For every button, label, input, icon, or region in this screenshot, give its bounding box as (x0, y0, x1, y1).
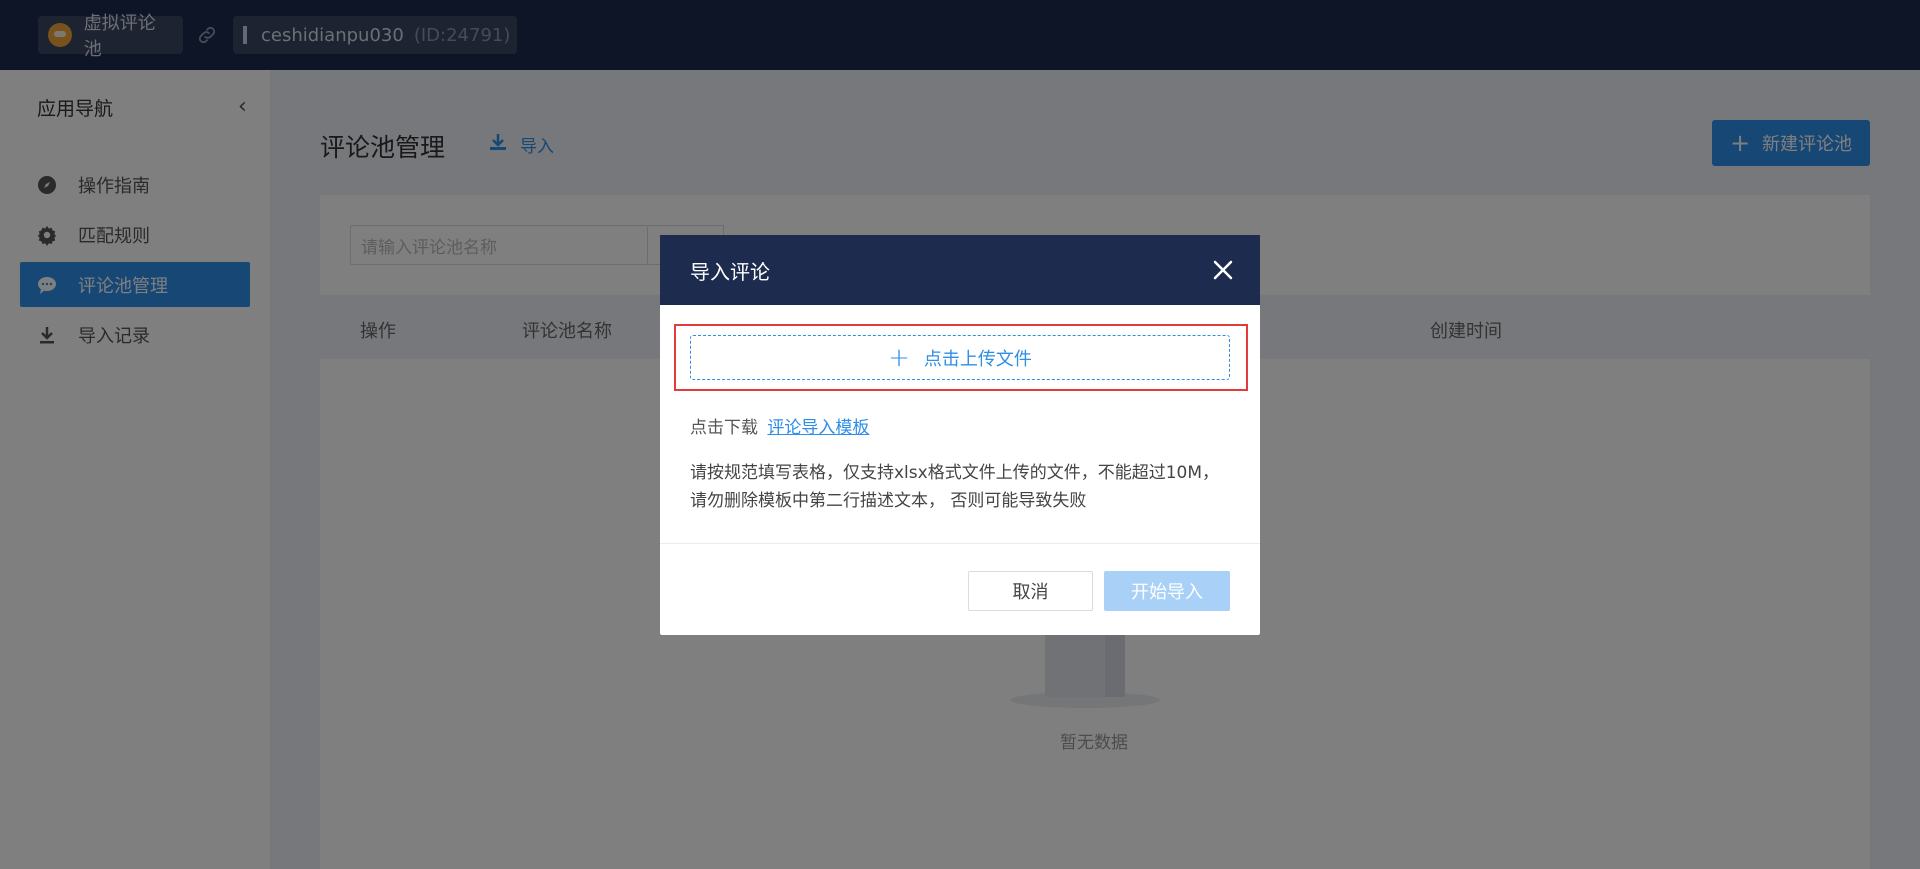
dialog-title: 导入评论 (690, 259, 770, 284)
import-dialog: 导入评论 + 点击上传文件 点击下载 评论导入模板 请按规范填写表格，仅支持xl… (660, 235, 1260, 635)
download-prefix: 点击下载 (690, 418, 758, 438)
start-import-button[interactable]: 开始导入 (1104, 571, 1230, 611)
template-download-line: 点击下载 评论导入模板 (690, 413, 869, 438)
template-download-link[interactable]: 评论导入模板 (767, 418, 869, 438)
upload-label: 点击上传文件 (923, 348, 1032, 370)
dialog-header: 导入评论 (660, 235, 1260, 305)
plus-icon: + (888, 342, 910, 373)
close-icon[interactable] (1212, 259, 1234, 281)
upload-instructions: 请按规范填写表格，仅支持xlsx格式文件上传的文件，不能超过10M，请勿删除模板… (690, 463, 1219, 511)
upload-file-button[interactable]: + 点击上传文件 (690, 335, 1230, 380)
cancel-button[interactable]: 取消 (968, 571, 1093, 611)
dialog-footer: 取消 开始导入 (660, 543, 1260, 635)
